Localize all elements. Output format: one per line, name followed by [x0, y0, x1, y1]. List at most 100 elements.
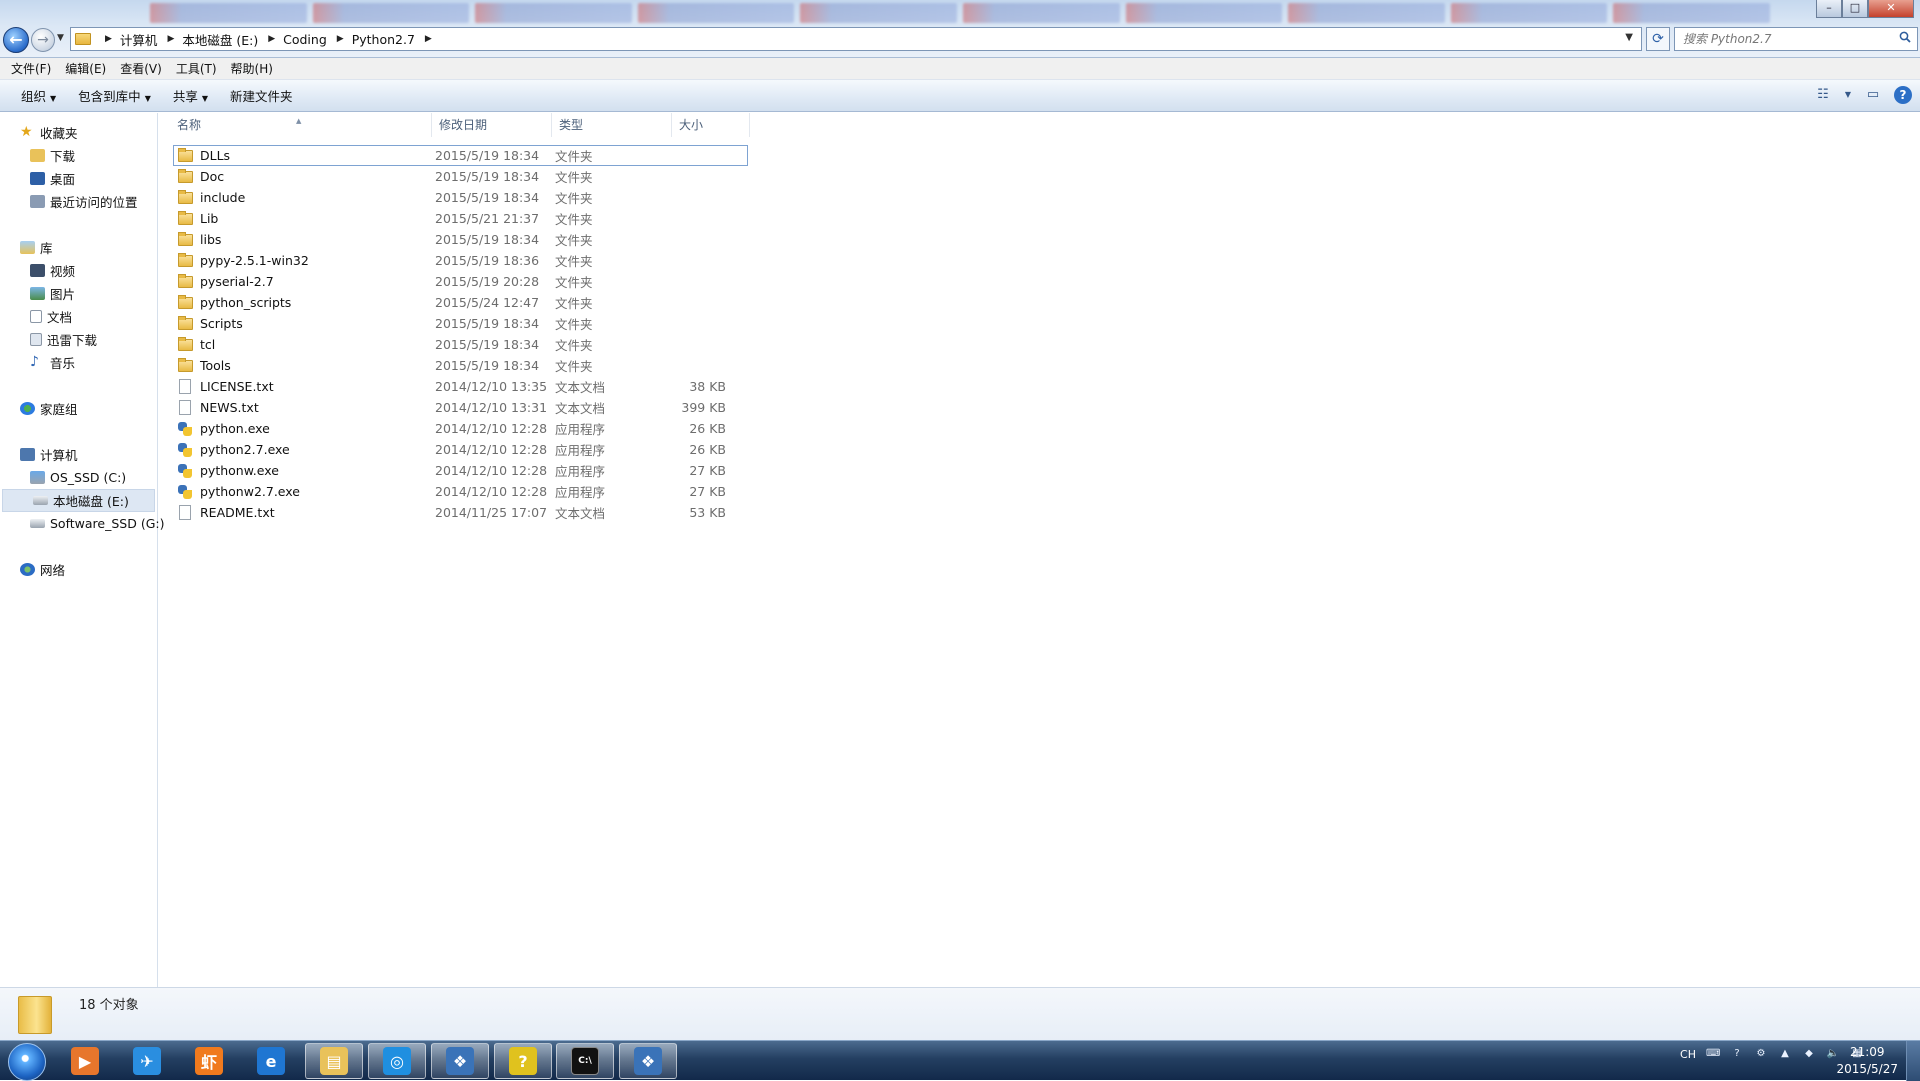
nav-recent-places[interactable]: 最近访问的位置	[0, 190, 157, 213]
file-row[interactable]: python_scripts 2015/5/24 12:47 文件夹	[173, 292, 748, 313]
file-row[interactable]: pythonw2.7.exe 2014/12/10 12:28 应用程序 27 …	[173, 481, 748, 502]
file-row[interactable]: python.exe 2014/12/10 12:28 应用程序 26 KB	[173, 418, 748, 439]
breadcrumb-computer[interactable]: 计算机 ▶	[116, 30, 178, 49]
file-name: python_scripts	[200, 295, 292, 310]
file-row[interactable]: pythonw.exe 2014/12/10 12:28 应用程序 27 KB	[173, 460, 748, 481]
nav-drive-e[interactable]: 本地磁盘 (E:)	[2, 489, 155, 512]
taskbar-python-shell[interactable]: ❖	[619, 1043, 677, 1079]
show-desktop-button[interactable]	[1906, 1041, 1920, 1081]
view-options-icon[interactable]: ☷	[1814, 86, 1832, 104]
file-row[interactable]: python2.7.exe 2014/12/10 12:28 应用程序 26 K…	[173, 439, 748, 460]
file-row[interactable]: NEWS.txt 2014/12/10 13:31 文本文档 399 KB	[173, 397, 748, 418]
file-row[interactable]: include 2015/5/19 18:34 文件夹	[173, 187, 748, 208]
new-folder-button[interactable]: 新建文件夹	[219, 86, 304, 105]
nav-pictures[interactable]: 图片	[0, 282, 157, 305]
input-method-indicator[interactable]: CH	[1680, 1048, 1696, 1061]
column-name[interactable]: 名称 ▲	[170, 113, 432, 137]
nav-drive-g[interactable]: Software_SSD (G:)	[0, 512, 164, 535]
options-tray-icon[interactable]: ⚙	[1754, 1047, 1768, 1061]
search-box[interactable]	[1674, 27, 1918, 51]
nav-thunder-downloads[interactable]: 迅雷下载	[0, 328, 157, 351]
documents-icon	[30, 333, 42, 346]
nav-documents[interactable]: 文档	[0, 305, 157, 328]
minimize-button[interactable]: –	[1816, 0, 1842, 18]
file-type: 文件夹	[555, 338, 593, 353]
video-icon	[30, 264, 45, 277]
nav-videos[interactable]: 视频	[0, 259, 157, 282]
column-date-modified[interactable]: 修改日期	[432, 113, 552, 137]
nav-music[interactable]: ♪ 音乐	[0, 351, 157, 374]
help-viewer-icon: ?	[509, 1047, 537, 1075]
menu-edit[interactable]: 编辑(E)	[58, 60, 113, 77]
taskbar-python-idle[interactable]: ❖	[431, 1043, 489, 1079]
address-history-dropdown[interactable]: ▼	[1625, 32, 1633, 43]
taskbar-windows-explorer[interactable]: ▤	[305, 1043, 363, 1079]
breadcrumb-drive-e[interactable]: 本地磁盘 (E:) ▶	[178, 30, 279, 49]
search-input[interactable]	[1681, 28, 1891, 50]
file-name: pyserial-2.7	[200, 274, 274, 289]
keyboard-icon[interactable]: ⌨	[1706, 1047, 1720, 1061]
address-bar[interactable]: ▶ 计算机 ▶ 本地磁盘 (E:) ▶ Coding ▶ Python2.7 ▶ ▼	[70, 27, 1642, 51]
forward-button[interactable]: →	[31, 28, 55, 52]
start-button[interactable]	[8, 1043, 46, 1081]
preview-pane-icon[interactable]: ▭	[1864, 86, 1882, 104]
clock[interactable]: 21:09 2015/5/27	[1836, 1044, 1898, 1078]
refresh-button[interactable]: ⟳	[1646, 27, 1670, 51]
nav-desktop[interactable]: 桌面	[0, 167, 157, 190]
back-button[interactable]: ←	[3, 27, 29, 53]
share-button[interactable]: 共享 ▼	[162, 86, 219, 105]
menu-view[interactable]: 查看(V)	[113, 60, 169, 77]
file-row[interactable]: LICENSE.txt 2014/12/10 13:35 文本文档 38 KB	[173, 376, 748, 397]
help-tray-icon[interactable]: ?	[1730, 1047, 1744, 1061]
menu-help[interactable]: 帮助(H)	[224, 60, 280, 77]
nav-favorites[interactable]: ★ 收藏夹	[0, 121, 157, 144]
breadcrumb-coding[interactable]: Coding ▶	[279, 32, 348, 47]
security-tray-icon[interactable]: ◆	[1802, 1047, 1816, 1061]
taskbar-command-prompt[interactable]: C:\	[556, 1043, 614, 1079]
menu-file[interactable]: 文件(F)	[4, 60, 58, 77]
taskbar-browser-360[interactable]: ◎	[368, 1043, 426, 1079]
file-name: Doc	[200, 169, 225, 184]
file-row[interactable]: Lib 2015/5/21 21:37 文件夹	[173, 208, 748, 229]
file-row[interactable]: DLLs 2015/5/19 18:34 文件夹	[173, 145, 748, 166]
menu-tools[interactable]: 工具(T)	[169, 60, 224, 77]
organize-button[interactable]: 组织 ▼	[10, 86, 67, 105]
file-row[interactable]: pypy-2.5.1-win32 2015/5/19 18:36 文件夹	[173, 250, 748, 271]
nav-libraries[interactable]: 库	[0, 236, 157, 259]
file-row[interactable]: Doc 2015/5/19 18:34 文件夹	[173, 166, 748, 187]
file-row[interactable]: Tools 2015/5/19 18:34 文件夹	[173, 355, 748, 376]
search-icon[interactable]	[1899, 31, 1911, 43]
breadcrumb-python27[interactable]: Python2.7 ▶	[348, 32, 436, 47]
taskbar-xiami-music[interactable]: 虾	[180, 1043, 238, 1079]
taskbar-help-viewer[interactable]: ?	[494, 1043, 552, 1079]
file-row[interactable]: libs 2015/5/19 18:34 文件夹	[173, 229, 748, 250]
file-row[interactable]: tcl 2015/5/19 18:34 文件夹	[173, 334, 748, 355]
column-size[interactable]: 大小	[672, 113, 750, 137]
maximize-button[interactable]: □	[1842, 0, 1868, 18]
file-date-modified: 2015/5/19 18:34	[435, 232, 540, 247]
nav-homegroup[interactable]: 家庭组	[0, 397, 157, 420]
nav-drive-c[interactable]: OS_SSD (C:)	[0, 466, 157, 489]
file-row[interactable]: pyserial-2.7 2015/5/19 20:28 文件夹	[173, 271, 748, 292]
nav-network[interactable]: 网络	[0, 558, 157, 581]
nav-computer[interactable]: 计算机	[0, 443, 157, 466]
view-dropdown-icon[interactable]: ▼	[1844, 86, 1852, 104]
nav-downloads[interactable]: 下载	[0, 144, 157, 167]
file-row[interactable]: README.txt 2014/11/25 17:07 文本文档 53 KB	[173, 502, 748, 523]
column-type[interactable]: 类型	[552, 113, 672, 137]
taskbar-internet-explorer[interactable]: e	[242, 1043, 300, 1079]
show-hidden-icons-icon[interactable]: ▲	[1778, 1047, 1792, 1061]
details-pane: 18 个对象	[0, 987, 1920, 1040]
taskbar-media-player[interactable]: ▶	[56, 1043, 114, 1079]
python-shell-icon: ❖	[634, 1047, 662, 1075]
close-button[interactable]: ✕	[1868, 0, 1914, 18]
recent-pages-dropdown[interactable]: ▼	[57, 33, 64, 43]
include-in-library-button[interactable]: 包含到库中 ▼	[67, 86, 162, 105]
taskbar-feiq-messenger[interactable]: ✈	[118, 1043, 176, 1079]
folder-icon	[75, 33, 91, 45]
media-player-icon: ▶	[71, 1047, 99, 1075]
file-row[interactable]: Scripts 2015/5/19 18:34 文件夹	[173, 313, 748, 334]
python-icon	[178, 442, 192, 457]
breadcrumb-root-arrow[interactable]: ▶	[91, 34, 116, 44]
help-icon[interactable]: ?	[1894, 86, 1912, 104]
